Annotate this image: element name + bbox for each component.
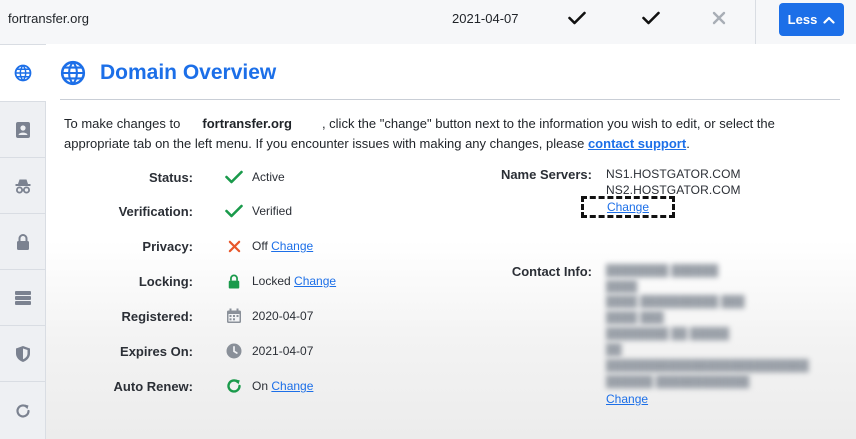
registered-value: 2020-04-07 — [252, 309, 314, 323]
auto-renew-label: Auto Renew: — [113, 378, 193, 394]
globe-icon — [14, 64, 32, 82]
contact-info-label: Contact Info: — [511, 264, 592, 279]
privacy-label: Privacy: — [142, 238, 193, 254]
less-button[interactable]: Less — [779, 3, 844, 36]
locking-label: Locking: — [138, 273, 193, 289]
globe-icon — [60, 60, 86, 86]
x-icon — [712, 0, 726, 36]
privacy-value: Off Change — [252, 239, 313, 253]
name-server-1: NS1.HOSTGATOR.COM — [606, 167, 741, 181]
lock-icon — [224, 271, 244, 291]
name-servers-label: Name Servers: — [500, 167, 592, 182]
title-divider — [60, 99, 840, 100]
registered-label: Registered: — [121, 308, 193, 324]
calendar-icon — [224, 306, 244, 326]
name-servers-change-link[interactable]: Change — [607, 200, 649, 214]
check-icon — [568, 0, 586, 36]
tab-overview[interactable] — [0, 44, 46, 101]
server-icon — [14, 290, 31, 305]
domain-row: fortransfer.org 2021-04-07 Less — [0, 0, 856, 44]
check-icon — [224, 167, 244, 187]
auto-renew-change-link[interactable]: Change — [271, 379, 313, 393]
name-servers-change-highlight: Change — [581, 196, 675, 218]
refresh-icon — [224, 376, 244, 396]
tab-contacts[interactable] — [0, 101, 46, 157]
auto-renew-value: On Change — [252, 379, 313, 393]
privacy-change-link[interactable]: Change — [271, 239, 313, 253]
domain-name: fortransfer.org — [8, 10, 89, 26]
verification-label: Verification: — [118, 203, 193, 219]
intro-prefix: To make changes to — [64, 116, 181, 131]
intro-suffix: . — [686, 136, 690, 151]
check-icon — [224, 201, 244, 221]
contact-support-link[interactable]: contact support — [588, 136, 686, 151]
expires-label: Expires On: — [120, 343, 193, 359]
auto-renew-state: On — [252, 379, 269, 393]
clock-icon — [224, 341, 244, 361]
locking-state: Locked — [252, 274, 291, 288]
divider — [755, 0, 756, 44]
intro-domain: fortransfer.org — [202, 116, 292, 131]
x-icon — [224, 236, 244, 256]
chevron-up-icon — [823, 16, 835, 24]
contact-card-icon — [15, 121, 30, 138]
status-value: Active — [252, 170, 285, 184]
less-label: Less — [787, 12, 818, 27]
check-icon — [642, 0, 660, 36]
intro-text: To make changes to fortransfer.org, click… — [64, 114, 844, 154]
expires-value: 2021-04-07 — [252, 344, 314, 358]
privacy-state: Off — [252, 239, 268, 253]
expiry-date: 2021-04-07 — [452, 10, 519, 26]
verification-value: Verified — [252, 204, 293, 218]
name-server-2: NS2.HOSTGATOR.COM — [606, 183, 741, 197]
refresh-icon — [15, 403, 30, 418]
page-header: Domain Overview — [60, 60, 276, 86]
locking-value: Locked Change — [252, 274, 336, 288]
page-title: Domain Overview — [100, 61, 277, 84]
contact-info-change-link[interactable]: Change — [606, 392, 648, 406]
locking-change-link[interactable]: Change — [294, 274, 336, 288]
status-label: Status: — [148, 169, 193, 185]
